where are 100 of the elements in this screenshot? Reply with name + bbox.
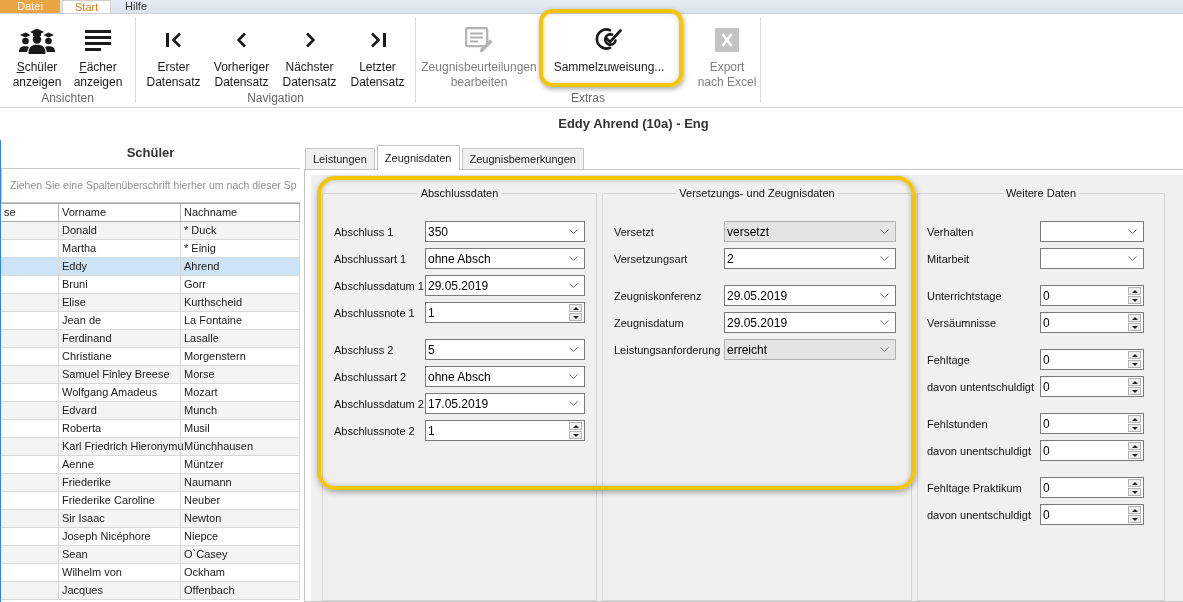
group-by-panel[interactable]: Ziehen Sie eine Spaltenüberschrift hierher um nach dieser Sp (1, 168, 300, 203)
field-label: Versetzt (614, 225, 655, 238)
spin-down-button[interactable] (1128, 387, 1141, 395)
dropdown-field[interactable]: 2 (724, 248, 896, 269)
table-cell: Elise (62, 296, 86, 308)
ribbon-button[interactable]: Letzter Datensatz (343, 17, 412, 91)
table-cell: Donald (62, 224, 97, 236)
tab[interactable]: Zeugnisbemerkungen (461, 148, 584, 169)
field-label: davon unentschuldigt (927, 444, 1032, 457)
table-row[interactable]: Jacques Offenbach (1, 582, 300, 600)
table-cell: Naumann (184, 476, 232, 488)
spin-up-button[interactable] (569, 304, 582, 312)
table-row[interactable]: Sean O`Casey (1, 546, 300, 564)
spin-down-button[interactable] (1128, 296, 1141, 304)
chevron-down-icon (569, 229, 578, 234)
number-field[interactable]: 0 (1040, 504, 1144, 525)
chevron-down-icon (880, 320, 889, 325)
dropdown-field[interactable]: ohne Absch (425, 248, 585, 269)
spin-up-button[interactable] (569, 422, 582, 430)
dropdown-field[interactable]: versetzt (724, 221, 896, 242)
table-cell: Mozart (184, 386, 218, 398)
table-cell: Newton (184, 512, 222, 524)
table-cell: Kurthscheid (184, 296, 243, 308)
triangle-down-icon (572, 433, 579, 437)
number-field[interactable]: 0 (1040, 349, 1144, 370)
dropdown-field[interactable]: 29.05.2019 (425, 275, 585, 296)
spin-up-button[interactable] (1128, 415, 1141, 423)
chevron-down-icon (880, 293, 889, 298)
table-row[interactable]: Friederike Naumann (1, 474, 300, 492)
column-header[interactable]: Nachname (181, 204, 300, 221)
group-label: Ansichten (40, 91, 95, 105)
tab[interactable]: Leistungen (305, 148, 375, 169)
dropdown-field[interactable] (1040, 221, 1144, 242)
chevron-down-icon (880, 347, 889, 352)
spin-down-button[interactable] (1128, 515, 1141, 523)
table-row[interactable]: Sir Isaac Newton (1, 510, 300, 528)
spin-up-button[interactable] (1128, 287, 1141, 295)
spin-down-button[interactable] (1128, 360, 1141, 368)
dropdown-field[interactable]: erreicht (724, 339, 896, 360)
dropdown-field[interactable]: 350 (425, 221, 585, 242)
column-header[interactable]: Vorname (59, 204, 181, 221)
field-label: Abschluss 2 (334, 343, 395, 356)
spin-up-button[interactable] (1128, 351, 1141, 359)
triangle-up-icon (1131, 316, 1138, 320)
ribbon-button[interactable]: Erster Datensatz (139, 17, 208, 91)
spin-up-button[interactable] (1128, 479, 1141, 487)
spin-up-button[interactable] (1128, 314, 1141, 322)
chevron-down-icon (1128, 229, 1137, 234)
text-lines-icon (85, 29, 111, 51)
spin-up-button[interactable] (1128, 378, 1141, 386)
spin-up-button[interactable] (1128, 442, 1141, 450)
students-icon (19, 26, 55, 54)
table-row[interactable]: Edvard Munch (1, 402, 300, 420)
table-cell: Joseph Nicéphore (62, 530, 151, 542)
dropdown-field[interactable]: ohne Absch (425, 366, 585, 387)
ribbon-button[interactable]: Schüler anzeigen (6, 17, 68, 91)
column-header[interactable]: se (1, 204, 59, 221)
spin-down-button[interactable] (1128, 488, 1141, 496)
number-field[interactable]: 0 (1040, 285, 1144, 306)
group-label: Navigation (246, 91, 305, 105)
spin-down-button[interactable] (1128, 323, 1141, 331)
spin-down-button[interactable] (569, 431, 582, 439)
table-cell: O`Casey (184, 548, 228, 560)
ribbon-button[interactable]: Fächer anzeigen (67, 17, 129, 91)
table-row[interactable]: Karl Friedrich HieronymuMünchhausen (1, 438, 300, 456)
number-field[interactable]: 0 (1040, 413, 1144, 434)
dropdown-field[interactable]: 29.05.2019 (724, 285, 896, 306)
table-row[interactable]: Elise Kurthscheid (1, 294, 300, 312)
number-field[interactable]: 1 (425, 302, 585, 323)
dropdown-field[interactable] (1040, 248, 1144, 269)
table-row[interactable]: Ferdinand Lasalle (1, 330, 300, 348)
table-row[interactable]: Eddy Ahrend (1, 258, 300, 276)
dropdown-field[interactable]: 5 (425, 339, 585, 360)
table-row[interactable]: Samuel Finley Breese Morse (1, 366, 300, 384)
field-label: Leistungsanforderung (614, 343, 722, 356)
spin-up-button[interactable] (1128, 506, 1141, 514)
number-field[interactable]: 0 (1040, 477, 1144, 498)
ribbon-button[interactable]: Vorheriger Datensatz (207, 17, 276, 91)
ribbon-tab[interactable]: Hilfe (113, 0, 159, 13)
skip-to-end-icon (368, 32, 387, 48)
field-label: Zeugnisdatum (614, 316, 685, 329)
dropdown-field[interactable]: 29.05.2019 (724, 312, 896, 333)
number-field[interactable]: 0 (1040, 312, 1144, 333)
ribbon-button[interactable]: Sammelzuweisung... (549, 17, 669, 91)
number-field[interactable]: 1 (425, 420, 585, 441)
table-row[interactable]: Donald * Duck (1, 222, 300, 240)
dropdown-field[interactable]: 17.05.2019 (425, 393, 585, 414)
spin-down-button[interactable] (1128, 451, 1141, 459)
spin-down-button[interactable] (1128, 424, 1141, 432)
number-field[interactable]: 0 (1040, 376, 1144, 397)
table-cell: Aenne (62, 458, 94, 470)
chevron-down-icon (880, 229, 889, 234)
table-cell: Neuber (184, 494, 221, 506)
triangle-down-icon (1131, 426, 1138, 430)
number-field[interactable]: 0 (1040, 440, 1144, 461)
tab[interactable]: Zeugnisdaten (376, 145, 460, 170)
table-cell: Roberta (62, 422, 102, 434)
spin-down-button[interactable] (569, 313, 582, 321)
table-cell: Jacques (62, 584, 103, 596)
ribbon-button[interactable]: Nächster Datensatz (275, 17, 344, 91)
